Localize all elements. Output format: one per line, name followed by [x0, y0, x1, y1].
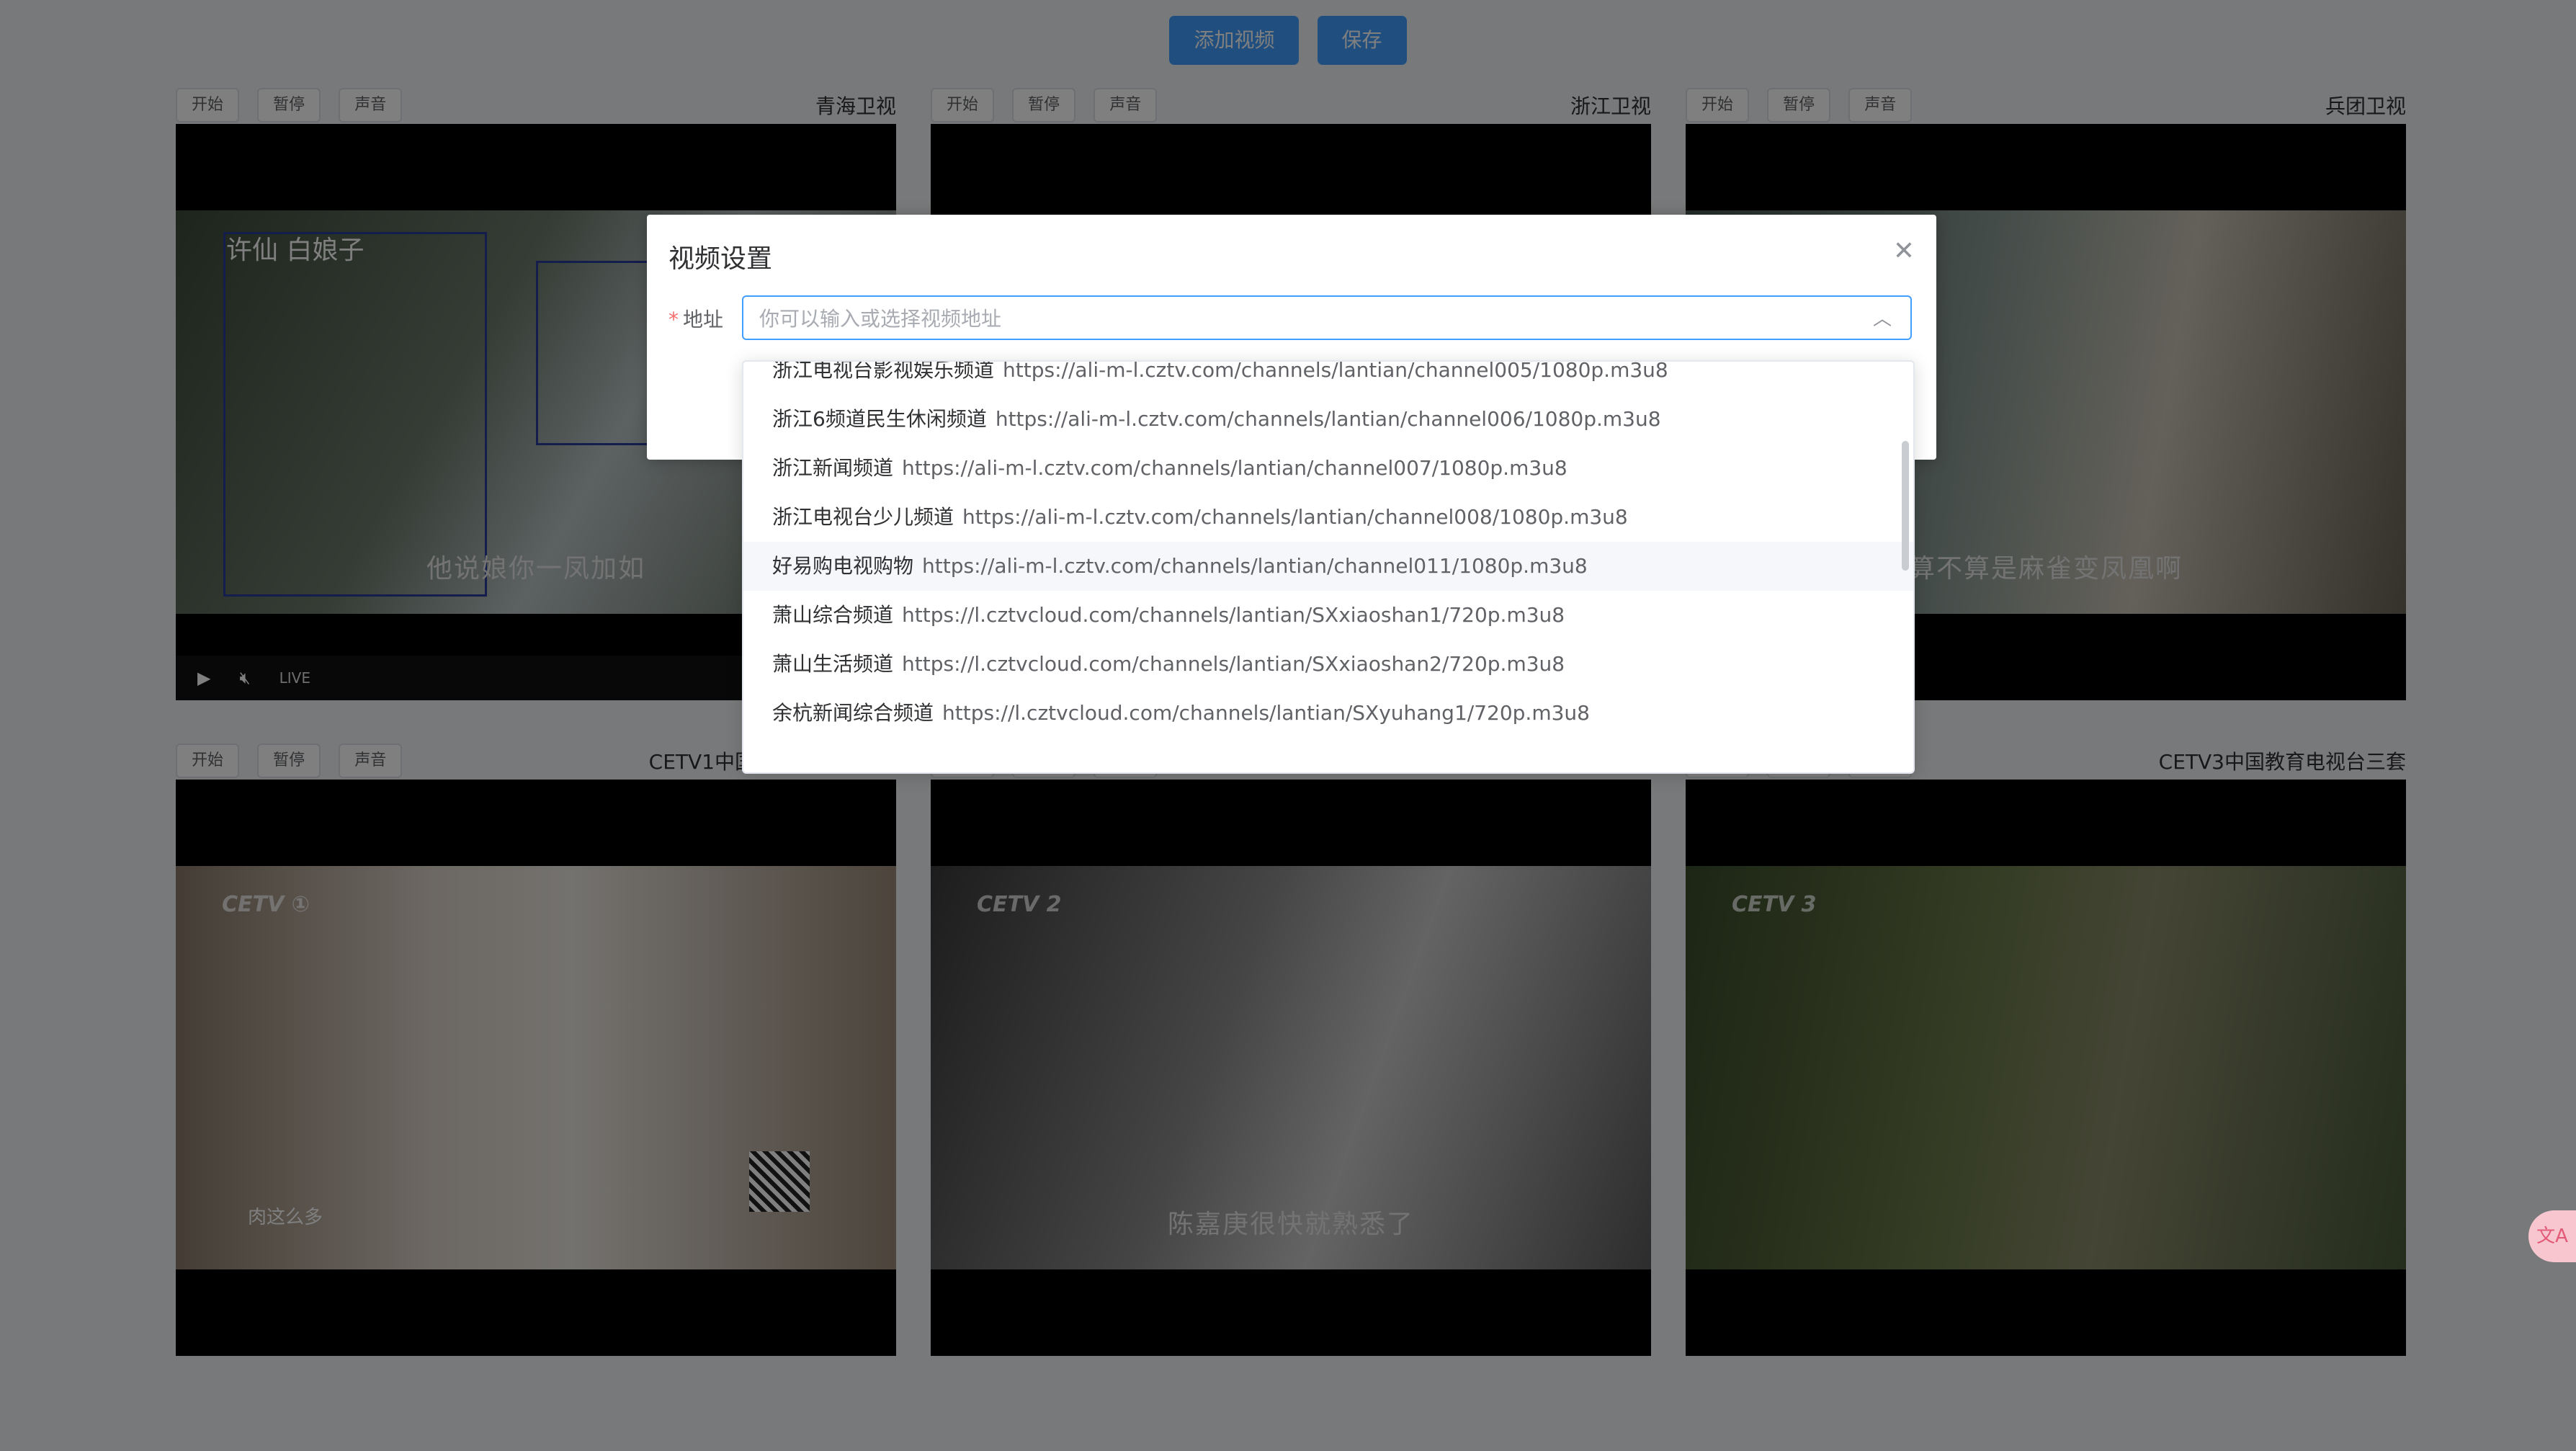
video-address-input[interactable] — [743, 297, 1841, 340]
address-dropdown: 浙江电视台影视娱乐频道 https://ali-m-l.cztv.com/chan… — [742, 360, 1915, 774]
dropdown-option[interactable]: 余杭新闻综合频道 https://l.cztvcloud.com/channels… — [743, 689, 1913, 738]
option-name: 浙江电视台影视娱乐频道 — [772, 360, 995, 382]
dropdown-option[interactable]: 浙江新闻频道 https://ali-m-l.cztv.com/channels/… — [743, 444, 1913, 493]
option-url: https://ali-m-l.cztv.com/channels/lantia… — [962, 505, 1628, 529]
option-name: 浙江6频道民生休闲频道 — [772, 407, 987, 431]
option-name: 浙江新闻频道 — [772, 456, 894, 480]
dropdown-option[interactable]: 萧山生活频道 https://l.cztvcloud.com/channels/l… — [743, 640, 1913, 689]
dialog-title: 视频设置 — [668, 244, 773, 274]
dropdown-option[interactable]: 浙江电视台少儿频道 https://ali-m-l.cztv.com/channe… — [743, 493, 1913, 542]
option-name: 浙江电视台少儿频道 — [772, 505, 954, 529]
option-name: 好易购电视购物 — [772, 554, 914, 578]
dropdown-option[interactable]: 浙江电视台影视娱乐频道 https://ali-m-l.cztv.com/chan… — [743, 360, 1913, 395]
dropdown-list: 浙江电视台影视娱乐频道 https://ali-m-l.cztv.com/chan… — [743, 360, 1913, 738]
dropdown-option[interactable]: 萧山综合频道 https://l.cztvcloud.com/channels/l… — [743, 591, 1913, 640]
video-address-select[interactable]: ︿ — [742, 295, 1912, 340]
dropdown-scrollbar[interactable] — [1902, 441, 1909, 571]
close-icon[interactable]: ✕ — [1893, 236, 1915, 266]
option-url: https://ali-m-l.cztv.com/channels/lantia… — [1003, 360, 1668, 382]
dropdown-option[interactable]: 浙江6频道民生休闲频道 https://ali-m-l.cztv.com/chan… — [743, 395, 1913, 444]
address-label-text: 地址 — [683, 308, 724, 331]
option-url: https://ali-m-l.cztv.com/channels/lantia… — [922, 554, 1588, 578]
address-label: * 地址 — [668, 304, 723, 333]
option-name: 余杭新闻综合频道 — [772, 701, 934, 725]
required-mark: * — [668, 308, 679, 331]
translate-icon[interactable]: 文A — [2528, 1210, 2576, 1262]
dropdown-option[interactable]: 好易购电视购物 https://ali-m-l.cztv.com/channels… — [743, 542, 1913, 591]
option-url: https://l.cztvcloud.com/channels/lantian… — [902, 652, 1565, 676]
option-url: https://l.cztvcloud.com/channels/lantian… — [902, 603, 1565, 627]
option-name: 萧山综合频道 — [772, 603, 894, 627]
option-url: https://ali-m-l.cztv.com/channels/lantia… — [902, 456, 1567, 480]
option-url: https://ali-m-l.cztv.com/channels/lantia… — [995, 407, 1661, 431]
option-name: 萧山生活频道 — [772, 652, 894, 676]
chevron-up-icon[interactable]: ︿ — [1873, 304, 1892, 331]
option-url: https://l.cztvcloud.com/channels/lantian… — [942, 701, 1590, 725]
